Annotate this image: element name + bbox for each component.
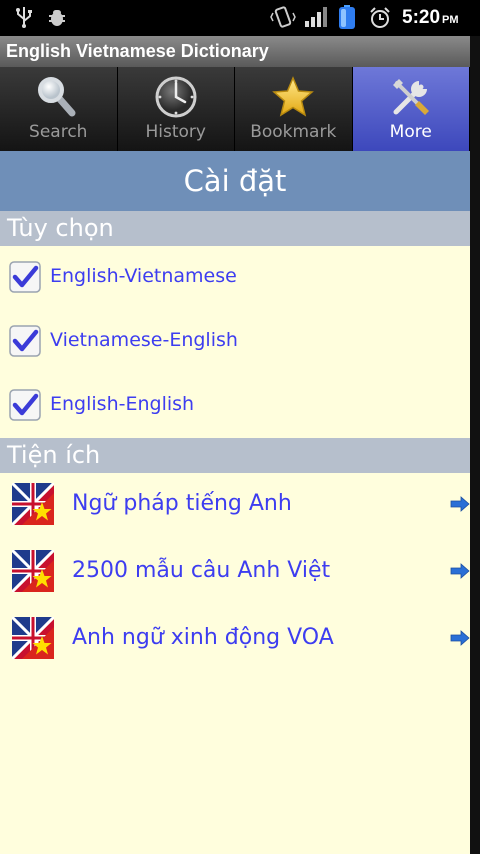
utility-phrases[interactable]: 2500 mẫu câu Anh Việt: [0, 540, 470, 607]
option-english-english[interactable]: English-English: [0, 374, 470, 438]
magnifier-icon: [38, 77, 76, 117]
vibrate-icon: [270, 6, 296, 28]
tab-more[interactable]: More: [352, 67, 470, 151]
debug-bug-icon: [49, 10, 65, 26]
utility-label: Ngữ pháp tiếng Anh: [72, 491, 292, 516]
utility-label: 2500 mẫu câu Anh Việt: [72, 558, 331, 583]
clock-icon: [155, 76, 197, 118]
checkbox-checked-icon[interactable]: [9, 325, 41, 357]
tools-icon: [392, 79, 429, 115]
page-title: Cài đặt: [0, 151, 470, 211]
tab-history[interactable]: History: [117, 67, 235, 151]
uk-vn-flag-icon: [12, 550, 54, 592]
uk-vn-flag-icon: [12, 483, 54, 525]
arrow-right-icon: [450, 496, 470, 512]
option-label: English-English: [50, 393, 195, 415]
option-label: English-Vietnamese: [50, 265, 237, 287]
tab-bookmark[interactable]: Bookmark: [235, 67, 353, 151]
tab-label: Search: [29, 122, 88, 142]
tab-search[interactable]: Search: [0, 67, 118, 151]
clock-time: 5:20 PM: [402, 7, 459, 28]
tab-label: History: [145, 122, 206, 142]
scroll-edge: [470, 36, 480, 854]
arrow-right-icon: [450, 630, 470, 646]
options-section-header: Tùy chọn: [0, 211, 470, 246]
usb-icon: [16, 7, 32, 28]
uk-vn-flag-icon: [12, 617, 54, 659]
app-title: English Vietnamese Dictionary: [0, 36, 470, 67]
checkbox-checked-icon[interactable]: [9, 389, 41, 421]
arrow-right-icon: [450, 563, 470, 579]
tab-bar: Search History Bookmark More: [0, 67, 470, 151]
checkbox-checked-icon[interactable]: [9, 261, 41, 293]
alarm-icon: [370, 7, 390, 28]
star-icon: [272, 76, 315, 117]
utility-grammar[interactable]: Ngữ pháp tiếng Anh: [0, 473, 470, 540]
settings-content: Cài đặt Tùy chọn English-Vietnamese Viet…: [0, 151, 470, 854]
tab-label: More: [389, 122, 432, 142]
utility-label: Anh ngữ xinh động VOA: [72, 625, 334, 650]
utilities-section-header: Tiện ích: [0, 438, 470, 473]
utility-voa[interactable]: Anh ngữ xinh động VOA: [0, 607, 470, 674]
option-vietnamese-english[interactable]: Vietnamese-English: [0, 310, 470, 374]
battery-icon: [339, 5, 355, 29]
option-english-vietnamese[interactable]: English-Vietnamese: [0, 246, 470, 310]
status-bar: 5:20 PM: [0, 0, 480, 36]
signal-icon: [305, 7, 327, 27]
tab-label: Bookmark: [250, 122, 337, 142]
option-label: Vietnamese-English: [50, 329, 238, 351]
